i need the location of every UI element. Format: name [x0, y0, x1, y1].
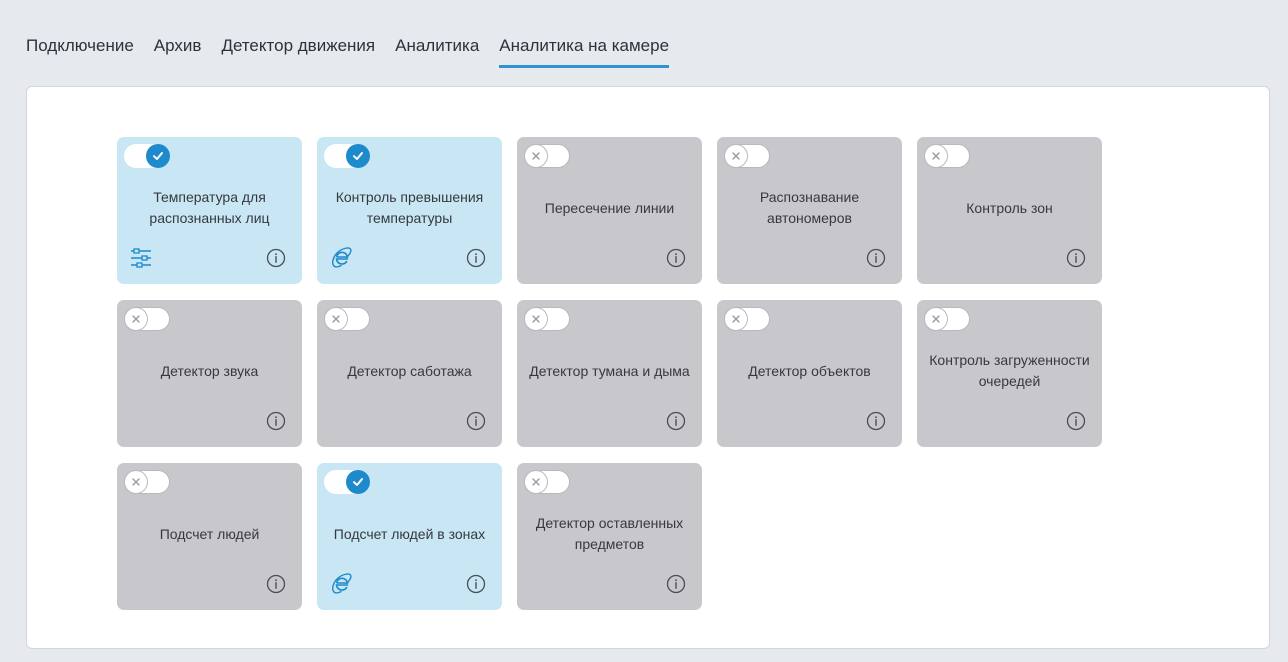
info-icon[interactable]	[466, 411, 486, 431]
browser-e-icon	[329, 572, 353, 596]
enable-toggle[interactable]	[724, 143, 770, 168]
settings-sliders-icon[interactable]	[129, 246, 153, 270]
tab-motion-detector[interactable]: Детектор движения	[221, 24, 375, 68]
info-icon[interactable]	[666, 574, 686, 594]
info-icon[interactable]	[466, 574, 486, 594]
enable-toggle[interactable]	[524, 469, 570, 494]
card-label: Подсчет людей в зонах	[333, 525, 486, 542]
analytics-card[interactable]: Пересечение линии	[517, 137, 702, 284]
info-icon[interactable]	[1066, 411, 1086, 431]
analytics-card[interactable]: Подсчет людей в зонах	[317, 463, 502, 610]
analytics-card[interactable]: Контроль загруженности очередей	[917, 300, 1102, 447]
card-label: Детектор тумана и дыма	[529, 362, 690, 379]
cross-icon	[924, 306, 948, 331]
enable-toggle[interactable]	[524, 143, 570, 168]
cross-icon	[524, 143, 548, 168]
check-icon	[146, 144, 170, 168]
cross-icon	[524, 469, 548, 494]
enable-toggle[interactable]	[924, 143, 970, 168]
cross-icon	[724, 143, 748, 168]
enable-toggle[interactable]	[324, 470, 370, 494]
analytics-card[interactable]: Детектор оставленных предметов	[517, 463, 702, 610]
analytics-card[interactable]: Подсчет людей	[117, 463, 302, 610]
check-icon	[346, 470, 370, 494]
enable-toggle[interactable]	[724, 306, 770, 331]
analytics-card[interactable]: Детектор объектов	[717, 300, 902, 447]
cross-icon	[124, 469, 148, 494]
info-icon[interactable]	[866, 411, 886, 431]
info-icon[interactable]	[1066, 248, 1086, 268]
info-icon[interactable]	[466, 248, 486, 268]
cross-icon	[124, 306, 148, 331]
cross-icon	[924, 143, 948, 168]
info-icon[interactable]	[666, 248, 686, 268]
card-label: Контроль загруженности очередей	[929, 352, 1090, 389]
analytics-card[interactable]: Детектор саботажа	[317, 300, 502, 447]
card-label: Пересечение линии	[544, 199, 675, 216]
info-icon[interactable]	[266, 574, 286, 594]
card-label: Контроль зон	[966, 199, 1053, 216]
tab-camera-analytics[interactable]: Аналитика на камере	[499, 24, 670, 68]
analytics-panel: Температура для распознанных лиц Контроль…	[26, 86, 1270, 649]
card-label: Детектор объектов	[748, 362, 871, 379]
card-label: Подсчет людей	[159, 525, 260, 542]
enable-toggle[interactable]	[124, 469, 170, 494]
card-label: Распознавание автономеров	[759, 189, 860, 226]
tab-archive[interactable]: Архив	[154, 24, 202, 68]
check-icon	[346, 144, 370, 168]
analytics-card[interactable]: Контроль превышения температуры	[317, 137, 502, 284]
info-icon[interactable]	[666, 411, 686, 431]
info-icon[interactable]	[266, 248, 286, 268]
card-label: Температура для распознанных лиц	[149, 189, 270, 226]
enable-toggle[interactable]	[324, 306, 370, 331]
analytics-card[interactable]: Контроль зон	[917, 137, 1102, 284]
tab-bar: Подключение Архив Детектор движения Анал…	[26, 24, 689, 68]
enable-toggle[interactable]	[924, 306, 970, 331]
enable-toggle[interactable]	[124, 306, 170, 331]
analytics-card[interactable]: Детектор тумана и дыма	[517, 300, 702, 447]
info-icon[interactable]	[866, 248, 886, 268]
analytics-card[interactable]: Детектор звука	[117, 300, 302, 447]
card-label: Контроль превышения температуры	[335, 189, 484, 226]
cross-icon	[524, 306, 548, 331]
analytics-card[interactable]: Температура для распознанных лиц	[117, 137, 302, 284]
card-label: Детектор оставленных предметов	[535, 515, 684, 552]
enable-toggle[interactable]	[524, 306, 570, 331]
card-label: Детектор звука	[160, 362, 259, 379]
info-icon[interactable]	[266, 411, 286, 431]
tab-connection[interactable]: Подключение	[26, 24, 134, 68]
enable-toggle[interactable]	[124, 144, 170, 168]
cross-icon	[724, 306, 748, 331]
browser-e-icon	[329, 246, 353, 270]
analytics-card-grid: Температура для распознанных лиц Контроль…	[117, 137, 1102, 610]
analytics-card[interactable]: Распознавание автономеров	[717, 137, 902, 284]
tab-analytics[interactable]: Аналитика	[395, 24, 479, 68]
cross-icon	[324, 306, 348, 331]
card-label: Детектор саботажа	[347, 362, 472, 379]
enable-toggle[interactable]	[324, 144, 370, 168]
